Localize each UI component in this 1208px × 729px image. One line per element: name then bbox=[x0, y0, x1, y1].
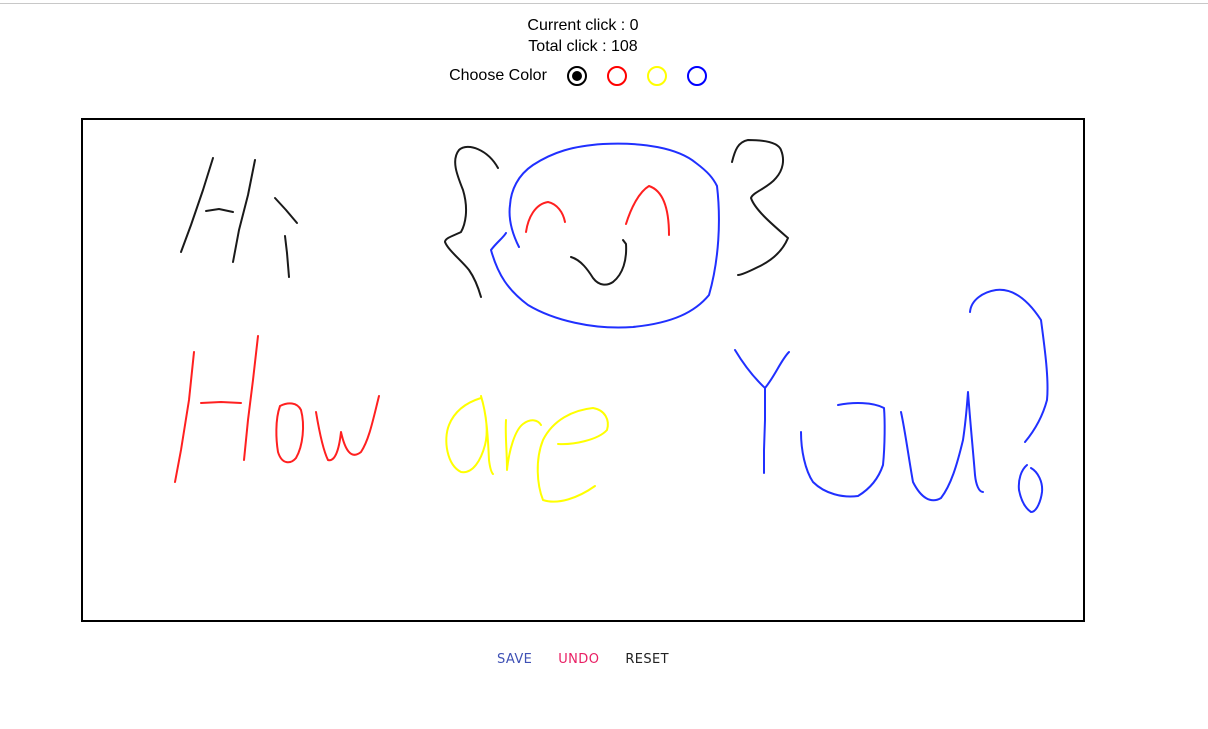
top-divider bbox=[0, 3, 1208, 4]
click-stats: Current click : 0 Total click : 108 bbox=[0, 15, 1166, 57]
drawing-face bbox=[490, 142, 720, 329]
choose-color-label: Choose Color bbox=[449, 67, 547, 84]
undo-button[interactable]: UNDO bbox=[549, 650, 608, 669]
drawing-canvas[interactable] bbox=[81, 118, 1085, 622]
total-click-text: Total click : 108 bbox=[528, 38, 638, 55]
color-radio-red[interactable] bbox=[606, 66, 627, 86]
color-radio-blue[interactable] bbox=[686, 66, 707, 86]
drawing-are bbox=[445, 395, 609, 503]
action-buttons: SAVE UNDO RESET bbox=[0, 650, 1166, 669]
color-radio-black[interactable] bbox=[566, 66, 587, 86]
drawing-eyes bbox=[525, 185, 670, 236]
reset-button[interactable]: RESET bbox=[616, 650, 678, 669]
drawing-left-ear bbox=[444, 145, 499, 298]
current-click-text: Current click : 0 bbox=[527, 17, 639, 34]
drawing-hi bbox=[180, 157, 298, 278]
drawing-right-ear bbox=[731, 139, 789, 276]
drawing-how bbox=[174, 335, 380, 483]
save-button[interactable]: SAVE bbox=[488, 650, 541, 669]
color-picker: Choose Color bbox=[0, 66, 1166, 86]
drawing-smile bbox=[570, 239, 628, 286]
selected-dot-icon bbox=[571, 71, 582, 81]
color-radio-yellow[interactable] bbox=[646, 66, 667, 86]
drawing-you bbox=[734, 288, 1049, 513]
